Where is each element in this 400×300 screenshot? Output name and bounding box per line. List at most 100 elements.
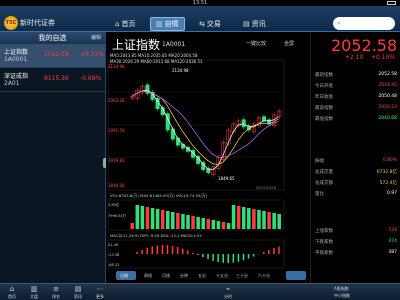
bottom-nav-rank[interactable]: ≡ 排名 xyxy=(48,285,64,300)
macd-bar xyxy=(222,254,224,263)
volume-bar xyxy=(236,206,241,229)
footer-index-sme[interactable]: 中小指数 xyxy=(334,293,350,299)
quote-row: 上涨家数 534 xyxy=(315,228,397,236)
volume-bar xyxy=(176,213,180,229)
tab-trade[interactable]: ⇆ 交易 xyxy=(194,17,226,31)
quote-row: 最新指数 2052.58 xyxy=(315,72,397,80)
tab-market[interactable]: ▥ 自情 xyxy=(150,17,185,31)
volume-bar xyxy=(247,208,251,229)
macd-tick: -23.38 xyxy=(108,253,119,257)
volume-tick: 7996.54万 xyxy=(108,214,126,218)
forward-button[interactable] xyxy=(286,271,306,280)
home-icon: ⌂ xyxy=(115,20,120,28)
quote-label: 下跌家数 xyxy=(315,240,333,245)
quote-label: 总成交额 xyxy=(315,181,333,186)
watchlist-item[interactable]: 深证成指 2A01 8115.36 -0.68% xyxy=(0,68,105,92)
top-navigation: TSC 新时代证券 ⌂ 首页 ▥ 自情 ⇆ 交易 ▤ 资讯 ⌕ xyxy=(0,6,400,32)
candlestick-chart[interactable]: MA5:2043.85 MA10:2035.85 MA20:2004.58 MA… xyxy=(106,32,310,283)
quote-row: 振幅 0.80% xyxy=(315,158,397,166)
quote-label: 振幅 xyxy=(315,159,324,164)
battery-icon xyxy=(387,1,396,5)
volume-bar xyxy=(145,207,150,229)
bottom-nav-news[interactable]: ▤ 资讯 xyxy=(70,285,86,300)
macd-bar xyxy=(227,254,230,263)
chart-tab-label: 日线 xyxy=(120,272,128,278)
volume-bar xyxy=(211,220,216,229)
quote-value: 0.80% xyxy=(382,158,397,163)
candle xyxy=(261,116,267,122)
macd-bar xyxy=(171,245,174,254)
bottom-nav-home[interactable]: ⌂ 首页 xyxy=(4,285,20,300)
stock-change: -0.68% xyxy=(80,75,102,82)
price-change-pct: +0.10% xyxy=(371,54,396,61)
volume-bar xyxy=(262,211,266,229)
macd-bar xyxy=(252,254,255,257)
candle xyxy=(170,128,175,140)
chart-tab-label: 周线 xyxy=(144,272,152,278)
tab-news-label: 资讯 xyxy=(251,20,266,28)
search-icon: ⌕ xyxy=(337,19,341,27)
quote-row: 最低指数 2040.68 xyxy=(315,116,397,124)
volume-bar xyxy=(191,216,195,229)
macd-bar xyxy=(273,248,275,254)
tab-home-label: 首页 xyxy=(121,20,136,28)
volume-bars xyxy=(130,205,281,229)
macd-panel-frame xyxy=(107,239,285,269)
quote-row: 平盘家数 387 xyxy=(315,250,397,258)
app-name: 新时代证券 xyxy=(20,19,55,27)
quote-row: 今日开盘 2043.45 xyxy=(315,83,397,91)
volume-bar xyxy=(196,217,200,229)
rank-icon: ≡ xyxy=(53,285,59,293)
macd-bar xyxy=(202,254,204,258)
macd-bar xyxy=(176,246,179,254)
macd-bar xyxy=(166,245,169,254)
volume-bar xyxy=(135,205,140,229)
macd-bar xyxy=(268,249,270,254)
y-tick: 2134.98 xyxy=(108,64,125,69)
chart-tab-label: 十五分 xyxy=(216,272,228,278)
quote-value: 2040.68 xyxy=(378,116,397,121)
y-tick: 1919.83 xyxy=(108,158,125,163)
tab-news[interactable]: ▤ 资讯 xyxy=(238,17,271,31)
bottom-nav-more[interactable]: ⋯ 更多 xyxy=(92,285,108,300)
volume-bar xyxy=(206,219,211,229)
chart-tab-label: 分钟 xyxy=(180,272,188,278)
stock-code: 2A01 xyxy=(4,80,20,87)
volume-bar xyxy=(252,209,256,229)
macd-bar xyxy=(278,246,280,254)
chart-tab-label: 月线 xyxy=(162,272,170,278)
quote-row: 昨日收盘 2050.48 xyxy=(315,94,397,102)
y-tick: 1848.08 xyxy=(108,183,125,188)
macd-bar xyxy=(232,254,235,263)
stock-name: 上证指数 xyxy=(4,49,29,56)
search-input[interactable]: ⌕ xyxy=(333,17,395,30)
macd-bar xyxy=(212,254,214,261)
bottom-nav-index[interactable]: ▥ 大盘 xyxy=(26,285,42,300)
ma20-line xyxy=(131,90,279,158)
quote-value: 387 xyxy=(388,250,397,255)
candle xyxy=(201,162,206,170)
intraday-button[interactable]: ⌁ 分时 xyxy=(218,285,238,300)
macd-bar xyxy=(181,248,184,254)
volume-bar xyxy=(201,218,205,229)
watchlist-item[interactable]: 上证指数 1A0001 2052.58 +0.12% xyxy=(0,44,105,68)
index-icon: ▥ xyxy=(30,285,38,293)
ma5-line xyxy=(131,89,279,171)
macd-bar xyxy=(161,245,164,254)
edit-button[interactable]: 编辑 xyxy=(91,34,101,41)
volume-bar xyxy=(181,214,185,229)
macd-bar xyxy=(136,251,138,254)
tab-home[interactable]: ⌂ 首页 xyxy=(110,17,140,31)
volume-bar xyxy=(272,213,276,229)
trade-icon: ⇆ xyxy=(199,20,205,28)
high-marker: 2134.98 xyxy=(172,68,189,73)
macd-bar xyxy=(247,254,250,259)
footer-index-a[interactable]: A股指数 xyxy=(334,286,349,292)
ma-line-1: MA5:2043.85 MA10:2035.85 MA20:2004.58 xyxy=(110,53,198,58)
stock-price: 8115.36 xyxy=(44,75,69,82)
quote-value: 534 xyxy=(388,228,397,233)
tab-trade-label: 交易 xyxy=(206,20,221,28)
stock-price: 2052.58 xyxy=(44,51,69,58)
quote-label: 总成交量 xyxy=(315,170,333,175)
volume-bar xyxy=(267,212,271,229)
